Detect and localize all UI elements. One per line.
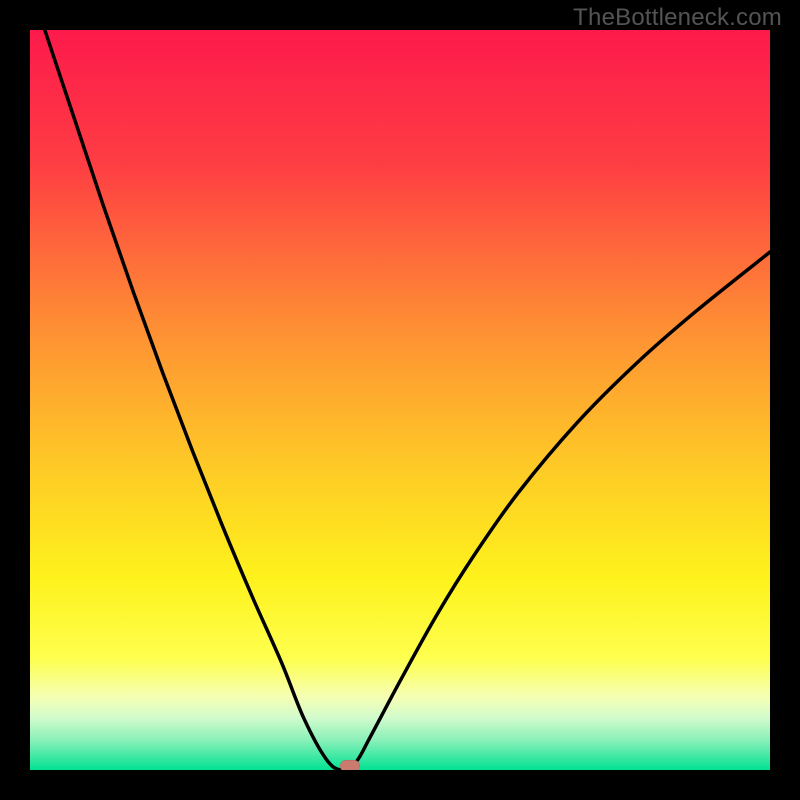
bottleneck-curve [30,30,770,770]
watermark-label: TheBottleneck.com [573,4,782,32]
optimal-marker [340,760,360,770]
chart-frame: TheBottleneck.com [0,0,800,800]
plot-area [30,30,770,770]
